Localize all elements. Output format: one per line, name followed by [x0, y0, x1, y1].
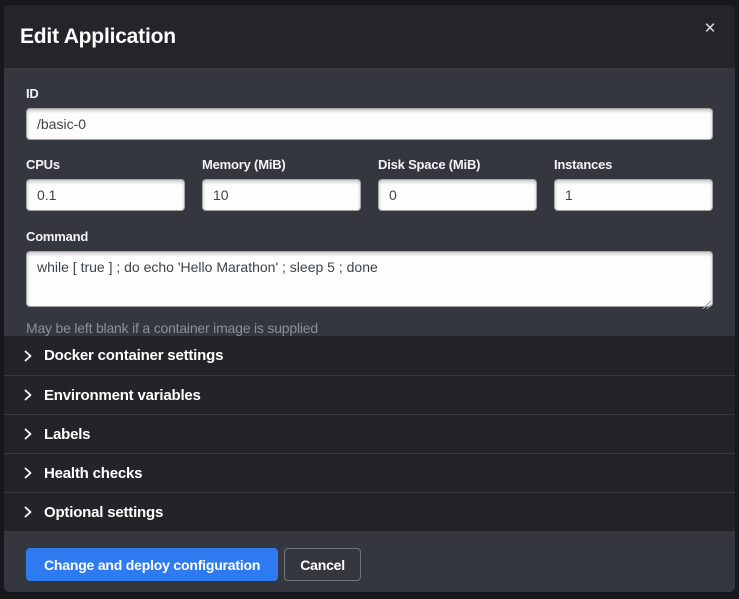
modal-body: ID CPUs Memory (MiB) Disk Space (MiB) In… — [4, 68, 735, 336]
command-field-group: Command while [ true ] ; do echo 'Hello … — [26, 229, 713, 336]
id-input[interactable] — [26, 108, 713, 140]
disk-label: Disk Space (MiB) — [378, 157, 537, 172]
section-label: Optional settings — [44, 504, 163, 521]
id-field-group: ID — [26, 86, 713, 140]
close-icon: ✕ — [704, 20, 717, 37]
instances-input[interactable] — [554, 179, 713, 211]
disk-field-group: Disk Space (MiB) — [378, 157, 537, 211]
cancel-button[interactable]: Cancel — [284, 548, 361, 581]
instances-label: Instances — [554, 157, 713, 172]
change-and-deploy-button[interactable]: Change and deploy configuration — [26, 548, 278, 581]
cpus-input[interactable] — [26, 179, 185, 211]
resources-row: CPUs Memory (MiB) Disk Space (MiB) Insta… — [26, 157, 713, 211]
memory-field-group: Memory (MiB) — [202, 157, 361, 211]
section-docker-container-settings[interactable]: Docker container settings — [4, 336, 735, 375]
command-help-text: May be left blank if a container image i… — [26, 320, 713, 336]
collapsible-sections: Docker container settings Environment va… — [4, 336, 735, 531]
command-textarea[interactable]: while [ true ] ; do echo 'Hello Marathon… — [26, 251, 713, 307]
edit-application-modal: Edit Application ✕ ID CPUs Memory (MiB) … — [4, 5, 735, 592]
chevron-right-icon — [22, 389, 34, 401]
instances-field-group: Instances — [554, 157, 713, 211]
section-label: Docker container settings — [44, 347, 223, 364]
cpus-field-group: CPUs — [26, 157, 185, 211]
section-label: Environment variables — [44, 387, 201, 404]
chevron-right-icon — [22, 428, 34, 440]
section-label: Health checks — [44, 465, 142, 482]
section-labels[interactable]: Labels — [4, 414, 735, 453]
modal-footer: Change and deploy configuration Cancel — [4, 531, 735, 592]
section-label: Labels — [44, 426, 90, 443]
cpus-label: CPUs — [26, 157, 185, 172]
resize-handle-icon[interactable] — [701, 299, 711, 309]
section-optional-settings[interactable]: Optional settings — [4, 492, 735, 531]
disk-input[interactable] — [378, 179, 537, 211]
chevron-right-icon — [22, 350, 34, 362]
section-environment-variables[interactable]: Environment variables — [4, 375, 735, 414]
close-button[interactable]: ✕ — [699, 18, 721, 40]
id-label: ID — [26, 86, 713, 101]
section-health-checks[interactable]: Health checks — [4, 453, 735, 492]
modal-title: Edit Application — [20, 25, 176, 49]
chevron-right-icon — [22, 506, 34, 518]
memory-label: Memory (MiB) — [202, 157, 361, 172]
chevron-right-icon — [22, 467, 34, 479]
memory-input[interactable] — [202, 179, 361, 211]
command-label: Command — [26, 229, 713, 244]
modal-header: Edit Application ✕ — [4, 5, 735, 68]
